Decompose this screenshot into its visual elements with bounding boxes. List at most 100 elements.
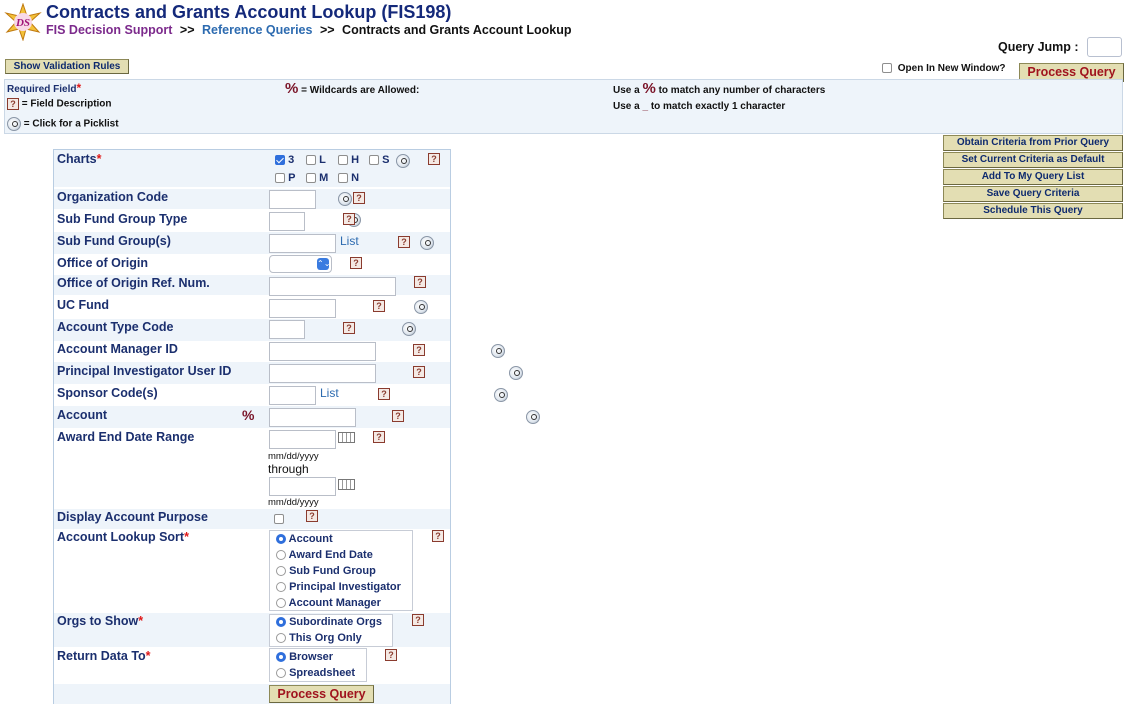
radio-button[interactable] — [276, 550, 286, 561]
add-to-query-list-button[interactable]: Add To My Query List — [943, 169, 1123, 185]
set-default-criteria-button[interactable]: Set Current Criteria as Default — [943, 152, 1123, 168]
chart-option-3[interactable]: 3 — [275, 154, 294, 166]
save-query-criteria-button[interactable]: Save Query Criteria — [943, 186, 1123, 202]
organization-code-help-icon[interactable]: ? — [353, 192, 365, 204]
account-input[interactable] — [269, 408, 356, 427]
chart-option-p[interactable]: P — [275, 172, 295, 184]
uc-fund-input[interactable] — [269, 299, 336, 318]
return-option-spreadsheet[interactable]: Spreadsheet — [276, 667, 355, 679]
account-help-icon[interactable]: ? — [392, 410, 404, 422]
account-type-code-help-icon[interactable]: ? — [343, 322, 355, 334]
pi-user-id-picklist-icon[interactable] — [509, 365, 524, 380]
uc-fund-help-icon[interactable]: ? — [373, 300, 385, 312]
uc-fund-label: UC Fund — [57, 298, 110, 312]
award-end-date-range-label: Award End Date Range — [57, 430, 195, 444]
sort-option-account-manager[interactable]: Account Manager — [276, 597, 381, 609]
office-of-origin-select[interactable]: ⌃⌄ — [269, 255, 332, 273]
process-query-button-bottom[interactable]: Process Query — [269, 685, 374, 703]
obtain-prior-criteria-button[interactable]: Obtain Criteria from Prior Query — [943, 135, 1123, 151]
open-new-window-checkbox[interactable] — [882, 63, 892, 74]
radio-button[interactable] — [276, 652, 286, 663]
pi-user-id-help-icon[interactable]: ? — [413, 366, 425, 378]
chart-option-s[interactable]: S — [369, 154, 389, 166]
charts-label-text: Charts — [57, 152, 97, 166]
chart-checkbox-m[interactable] — [306, 173, 316, 184]
required-star: * — [184, 530, 189, 544]
breadcrumb-section-link[interactable]: Reference Queries — [202, 23, 312, 37]
chart-code: L — [319, 154, 326, 166]
chart-option-h[interactable]: H — [338, 154, 359, 166]
account-manager-id-help-icon[interactable]: ? — [413, 344, 425, 356]
orgs-to-show-help-icon[interactable]: ? — [412, 614, 424, 626]
radio-button[interactable] — [276, 582, 286, 593]
organization-code-input[interactable] — [269, 190, 316, 209]
sub-fund-groups-input[interactable] — [269, 234, 336, 253]
account-type-code-picklist-icon[interactable] — [402, 321, 417, 336]
chart-checkbox-n[interactable] — [338, 173, 348, 184]
pi-user-id-input[interactable] — [269, 364, 376, 383]
chart-option-n[interactable]: N — [338, 172, 359, 184]
required-star: * — [138, 614, 144, 628]
uc-fund-picklist-icon[interactable] — [413, 299, 428, 314]
page-title: Contracts and Grants Account Lookup (FIS… — [46, 2, 452, 22]
sponsor-codes-input[interactable] — [269, 386, 316, 405]
radio-button[interactable] — [276, 566, 286, 577]
sub-fund-groups-help-icon[interactable]: ? — [398, 236, 410, 248]
sponsor-codes-picklist-icon[interactable] — [493, 387, 508, 402]
account-manager-id-picklist-icon[interactable] — [490, 343, 505, 358]
award-end-date-help-icon[interactable]: ? — [373, 431, 385, 443]
orgs-option-this-org[interactable]: This Org Only — [276, 632, 362, 644]
chart-checkbox-l[interactable] — [306, 155, 316, 166]
sub-fund-group-type-input[interactable] — [269, 212, 305, 231]
account-manager-id-input[interactable] — [269, 342, 376, 361]
chart-checkbox-3[interactable] — [275, 155, 285, 166]
show-validation-rules-button[interactable]: Show Validation Rules — [5, 59, 129, 74]
radio-button[interactable] — [276, 598, 286, 609]
orgs-option-subordinate[interactable]: Subordinate Orgs — [276, 616, 382, 628]
office-of-origin-ref-input[interactable] — [269, 277, 396, 296]
sort-option-principal-investigator[interactable]: Principal Investigator — [276, 581, 401, 593]
return-data-to-help-icon[interactable]: ? — [385, 649, 397, 661]
office-of-origin-ref-help-icon[interactable]: ? — [414, 276, 426, 288]
schedule-query-button[interactable]: Schedule This Query — [943, 203, 1123, 219]
charts-picklist-icon[interactable] — [396, 153, 410, 168]
sponsor-codes-list-link[interactable]: List — [320, 386, 339, 400]
chart-option-l[interactable]: L — [306, 154, 326, 166]
calendar-from-icon[interactable] — [338, 432, 355, 443]
account-lookup-sort-help-icon[interactable]: ? — [432, 530, 444, 542]
charts-help-icon[interactable]: ? — [428, 153, 440, 165]
account-wildcard-icon: % — [242, 407, 255, 423]
office-of-origin-label: Office of Origin — [57, 256, 148, 270]
account-picklist-icon[interactable] — [526, 409, 541, 424]
award-end-date-to-input[interactable] — [269, 477, 336, 496]
query-jump-input[interactable] — [1087, 37, 1122, 57]
legend-percent-rule: Use a % to match any number of character… — [613, 80, 825, 97]
radio-button[interactable] — [276, 668, 286, 679]
chart-checkbox-h[interactable] — [338, 155, 348, 166]
radio-button[interactable] — [276, 633, 286, 644]
display-account-purpose-checkbox[interactable] — [274, 514, 284, 524]
sub-fund-group-type-help-icon[interactable]: ? — [343, 213, 355, 225]
display-account-purpose-help-icon[interactable]: ? — [306, 510, 318, 522]
legend-panel — [4, 79, 1123, 134]
radio-button[interactable] — [276, 534, 286, 545]
sponsor-codes-help-icon[interactable]: ? — [378, 388, 390, 400]
return-option-browser[interactable]: Browser — [276, 651, 333, 663]
sub-fund-groups-list-link[interactable]: List — [340, 234, 359, 248]
sort-option-sub-fund-group[interactable]: Sub Fund Group — [276, 565, 376, 577]
account-type-code-input[interactable] — [269, 320, 305, 339]
sort-option-account[interactable]: Account — [276, 533, 333, 545]
sub-fund-group-type-label: Sub Fund Group Type — [57, 212, 188, 226]
office-of-origin-help-icon[interactable]: ? — [350, 257, 362, 269]
calendar-to-icon[interactable] — [338, 479, 355, 490]
chart-code: P — [288, 172, 296, 184]
chart-code: S — [382, 154, 390, 166]
award-end-date-from-input[interactable] — [269, 430, 336, 449]
breadcrumb-home-link[interactable]: FIS Decision Support — [46, 23, 172, 37]
sort-option-award-end-date[interactable]: Award End Date — [276, 549, 373, 561]
field-description-text: = Field Description — [21, 98, 112, 110]
chart-checkbox-s[interactable] — [369, 155, 379, 166]
chart-option-m[interactable]: M — [306, 172, 328, 184]
radio-button[interactable] — [276, 617, 286, 628]
chart-checkbox-p[interactable] — [275, 173, 285, 184]
